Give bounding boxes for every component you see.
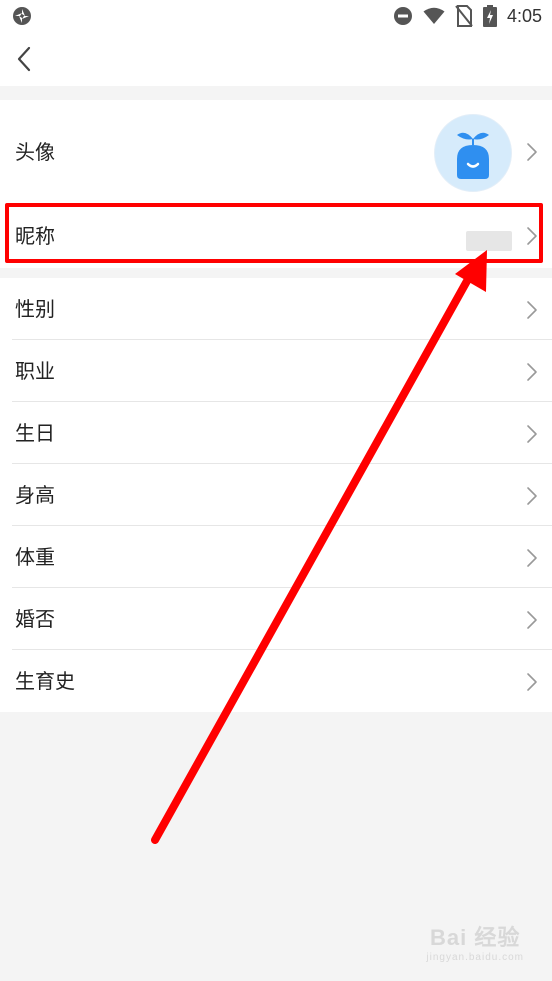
chevron-right-icon bbox=[527, 143, 537, 161]
list-item-marital-status[interactable]: 婚否 bbox=[0, 588, 552, 650]
list-item-label: 职业 bbox=[15, 359, 55, 383]
chevron-right-icon bbox=[527, 487, 537, 505]
battery-charging-icon bbox=[482, 5, 497, 27]
list-item-childbirth-history[interactable]: 生育史 bbox=[0, 650, 552, 712]
annotation-highlight-box bbox=[5, 203, 543, 263]
chevron-right-icon bbox=[527, 611, 537, 629]
watermark-brand: Bai 经验 bbox=[430, 925, 521, 950]
back-arrow-icon[interactable] bbox=[12, 42, 42, 76]
no-sim-icon bbox=[455, 5, 473, 27]
chevron-right-icon bbox=[527, 673, 537, 691]
list-item-birthday[interactable]: 生日 bbox=[0, 402, 552, 464]
list-item-occupation[interactable]: 职业 bbox=[0, 340, 552, 402]
avatar-row[interactable]: 头像 bbox=[0, 100, 552, 204]
status-icons: 4:05 bbox=[393, 4, 542, 28]
chevron-right-icon bbox=[527, 363, 537, 381]
list-item-weight[interactable]: 体重 bbox=[0, 526, 552, 588]
avatar bbox=[434, 114, 512, 192]
avatar-label: 头像 bbox=[15, 140, 55, 164]
list-item-label: 生日 bbox=[15, 421, 55, 445]
watermark: Bai 经验 jingyan.baidu.com bbox=[426, 920, 524, 963]
watermark-url: jingyan.baidu.com bbox=[426, 952, 524, 963]
list-item-label: 体重 bbox=[15, 545, 55, 569]
status-bar: 4:05 bbox=[0, 0, 552, 32]
sprout-mascot-icon bbox=[457, 132, 489, 179]
status-time: 4:05 bbox=[506, 5, 542, 26]
wifi-icon bbox=[423, 7, 445, 24]
toolbar bbox=[0, 32, 552, 86]
chevron-right-icon bbox=[527, 301, 537, 319]
chevron-right-icon bbox=[527, 549, 537, 567]
do-not-disturb-icon bbox=[393, 7, 412, 25]
chevron-right-icon bbox=[527, 425, 537, 443]
list-item-label: 身高 bbox=[15, 483, 55, 507]
profile-details-list: 性别 职业 生日 身高 体重 婚否 生育史 bbox=[0, 278, 552, 712]
list-item-label: 性别 bbox=[15, 297, 55, 321]
list-item-height[interactable]: 身高 bbox=[0, 464, 552, 526]
list-item-gender[interactable]: 性别 bbox=[0, 278, 552, 340]
list-item-label: 婚否 bbox=[15, 607, 55, 631]
list-item-label: 生育史 bbox=[15, 669, 75, 693]
app-notification-icon bbox=[13, 7, 31, 25]
